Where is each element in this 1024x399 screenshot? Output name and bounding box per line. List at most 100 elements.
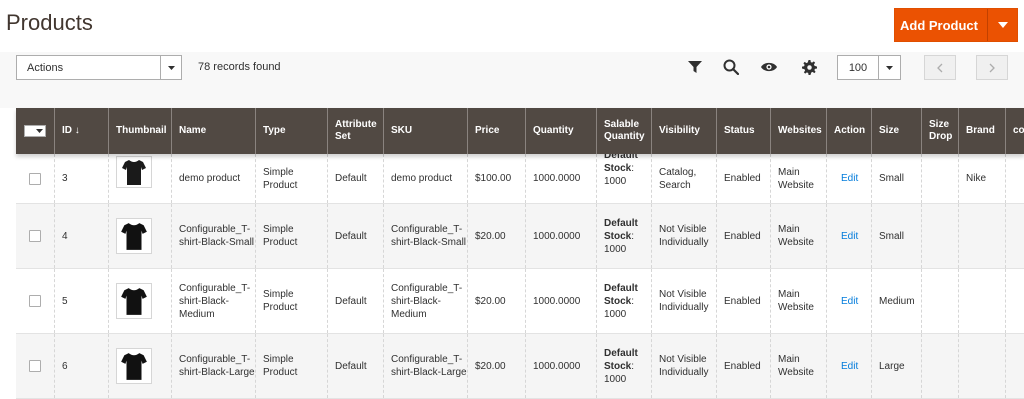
chevron-left-icon: [937, 63, 943, 72]
column-header-status[interactable]: Status: [717, 108, 771, 154]
row-checkbox[interactable]: [29, 172, 41, 185]
column-header-quantity[interactable]: Quantity: [526, 108, 597, 154]
eye-icon[interactable]: [760, 58, 778, 76]
previous-page-button[interactable]: [924, 55, 956, 80]
per-page-select[interactable]: 100: [837, 55, 901, 80]
cell-sku: Configurable_T-shirt-Black-Medium: [384, 269, 468, 333]
column-header-visibility[interactable]: Visibility: [652, 108, 717, 154]
cell-type: Simple Product: [256, 154, 328, 203]
cell-co: [1006, 334, 1024, 398]
column-header-size-drop[interactable]: Size Drop: [922, 108, 959, 154]
add-product-button[interactable]: Add Product: [894, 8, 1018, 42]
cell-action: Edit: [827, 204, 872, 268]
column-header-price[interactable]: Price: [468, 108, 526, 154]
cell-name: demo product: [172, 154, 256, 203]
cell-name: Configurable_T-shirt-Black-Medium: [172, 269, 256, 333]
cell-size-drop: [922, 204, 959, 268]
cell-salable-quantity: Default Stock: 1000: [597, 334, 652, 398]
cell-co: [1006, 154, 1024, 203]
cell-price: $20.00: [468, 269, 526, 333]
cell-visibility: Catalog, Search: [652, 154, 717, 203]
edit-link[interactable]: Edit: [841, 172, 858, 185]
cell-attribute-set: Default: [328, 154, 384, 203]
cell-price: $100.00: [468, 154, 526, 203]
select-arrow-icon[interactable]: [160, 56, 181, 79]
cell-price: $20.00: [468, 334, 526, 398]
table-row[interactable]: 6 Configurable_T-shirt-Black-Large Simpl…: [16, 334, 1024, 399]
tshirt-image: [122, 159, 146, 185]
row-select-cell: [16, 269, 55, 333]
cell-action: Edit: [827, 154, 872, 203]
mass-actions-value: Actions: [27, 61, 64, 74]
search-icon[interactable]: [722, 58, 740, 76]
mass-actions-select[interactable]: Actions: [16, 55, 182, 80]
column-header-sku[interactable]: SKU: [384, 108, 468, 154]
edit-link[interactable]: Edit: [841, 295, 858, 308]
edit-link[interactable]: Edit: [841, 230, 858, 243]
stock-label: Default Stock: [604, 217, 638, 242]
cell-size-drop: [922, 269, 959, 333]
cell-size: Small: [872, 154, 922, 203]
stock-value: 1000: [604, 308, 627, 320]
column-header-type[interactable]: Type: [256, 108, 328, 154]
cell-attribute-set: Default: [328, 334, 384, 398]
add-product-dropdown-toggle[interactable]: [987, 9, 1017, 41]
column-header-attribute-set[interactable]: Attribute Set: [328, 108, 384, 154]
cell-size: Medium: [872, 269, 922, 333]
cell-sku: Configurable_T-shirt-Black-Small: [384, 204, 468, 268]
row-checkbox[interactable]: [29, 230, 41, 242]
column-header-action: Action: [827, 108, 872, 154]
table-row[interactable]: 4 Configurable_T-shirt-Black-Small Simpl…: [16, 204, 1024, 269]
grid-header: ID ↓ Thumbnail Name Type Attribute Set S…: [16, 108, 1024, 154]
chevron-right-icon: [989, 63, 995, 72]
filter-icon[interactable]: [686, 58, 704, 76]
cell-id: 5: [55, 269, 109, 333]
cell-id: 3: [55, 154, 109, 203]
cell-attribute-set: Default: [328, 269, 384, 333]
column-header-name[interactable]: Name: [172, 108, 256, 154]
cell-quantity: 1000.0000: [526, 269, 597, 333]
product-thumbnail[interactable]: [116, 218, 152, 254]
cell-type: Simple Product: [256, 269, 328, 333]
cell-brand: [959, 334, 1006, 398]
stock-label: Default Stock: [604, 282, 638, 307]
mass-select-checkbox[interactable]: [24, 125, 46, 137]
product-thumbnail[interactable]: [116, 155, 152, 188]
row-checkbox[interactable]: [29, 360, 41, 372]
cell-co: [1006, 269, 1024, 333]
edit-link[interactable]: Edit: [841, 360, 858, 373]
column-header-salable-quantity[interactable]: Salable Quantity: [597, 108, 652, 154]
cell-visibility: Not Visible Individually: [652, 269, 717, 333]
column-header-size[interactable]: Size: [872, 108, 922, 154]
cell-name: Configurable_T-shirt-Black-Small: [172, 204, 256, 268]
cell-quantity: 1000.0000: [526, 204, 597, 268]
gear-icon[interactable]: [800, 58, 818, 76]
cell-id: 6: [55, 334, 109, 398]
row-checkbox[interactable]: [29, 295, 41, 307]
cell-salable-quantity: Default Stock: 1000: [597, 204, 652, 268]
cell-status: Enabled: [717, 269, 771, 333]
select-arrow-icon[interactable]: [878, 56, 900, 79]
cell-action: Edit: [827, 269, 872, 333]
mass-select-header[interactable]: [16, 108, 55, 154]
cell-thumbnail: [109, 269, 172, 333]
column-header-id[interactable]: ID ↓: [55, 108, 109, 154]
tshirt-image: [121, 223, 147, 250]
product-thumbnail[interactable]: [116, 283, 152, 319]
column-header-websites[interactable]: Websites: [771, 108, 827, 154]
product-thumbnail[interactable]: [116, 348, 152, 384]
column-header-brand[interactable]: Brand: [959, 108, 1006, 154]
next-page-button[interactable]: [976, 55, 1008, 80]
table-row[interactable]: 3 demo product Simple Product Default de…: [16, 154, 1024, 204]
add-product-label[interactable]: Add Product: [895, 9, 987, 41]
stock-value: 1000: [604, 176, 627, 187]
cell-quantity: 1000.0000: [526, 334, 597, 398]
column-header-co[interactable]: co: [1006, 108, 1024, 154]
chevron-down-icon: [997, 22, 1008, 28]
cell-id: 4: [55, 204, 109, 268]
cell-name: Configurable_T-shirt-Black-Large: [172, 334, 256, 398]
cell-quantity: 1000.0000: [526, 154, 597, 203]
column-header-thumbnail[interactable]: Thumbnail: [109, 108, 172, 154]
cell-type: Simple Product: [256, 334, 328, 398]
table-row[interactable]: 5 Configurable_T-shirt-Black-Medium Simp…: [16, 269, 1024, 334]
